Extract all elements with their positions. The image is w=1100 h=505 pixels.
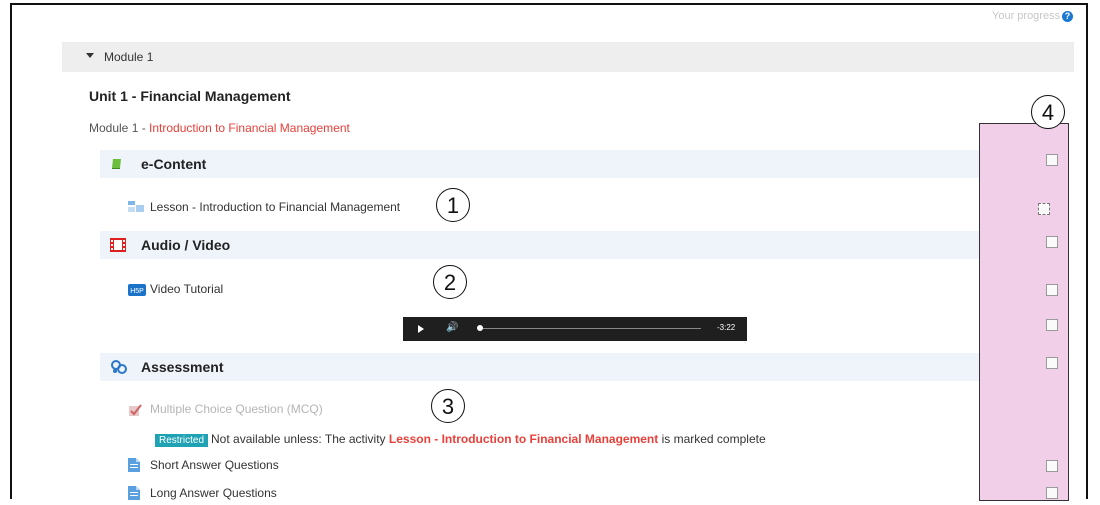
activity-video-link[interactable]: Video Tutorial	[150, 282, 223, 296]
completion-highlight	[979, 123, 1069, 501]
seek-bar[interactable]	[479, 328, 701, 329]
lesson-icon	[128, 200, 144, 219]
restriction-notice: Restricted Not available unless: The acti…	[155, 432, 766, 447]
book-icon	[110, 157, 124, 176]
completion-checkbox-audio-video[interactable]	[1046, 236, 1058, 248]
subtitle-highlight: Introduction to Financial Management	[149, 121, 350, 135]
completion-checkbox-video[interactable]	[1046, 284, 1058, 296]
section-econtent: e-Content	[100, 150, 998, 178]
activity-long-answer-link[interactable]: Long Answer Questions	[150, 486, 277, 500]
restriction-text-after: is marked complete	[658, 432, 766, 446]
assignment-icon	[128, 486, 140, 505]
module-subtitle: Module 1 - Introduction to Financial Man…	[89, 121, 350, 135]
your-progress-label: Your progress	[992, 10, 1061, 22]
restriction-activity-link[interactable]: Lesson - Introduction to Financial Manag…	[389, 432, 658, 446]
completion-checkbox-short-answer[interactable]	[1046, 460, 1058, 472]
assignment-icon	[128, 458, 140, 477]
annotation-marker-4: 4	[1031, 95, 1065, 129]
module-toggle[interactable]: Module 1	[62, 42, 1074, 72]
restriction-text-before: Not available unless: The activity	[211, 432, 389, 446]
section-audio-video: Audio / Video	[100, 231, 998, 259]
completion-checkbox-player[interactable]	[1046, 319, 1058, 331]
film-icon	[110, 238, 126, 257]
video-player: 🔊 -3:22	[403, 317, 747, 341]
annotation-marker-1: 1	[436, 188, 470, 222]
section-econtent-label: e-Content	[141, 156, 207, 172]
player-time: -3:22	[717, 323, 736, 332]
completion-checkbox-lesson[interactable]	[1038, 203, 1050, 215]
activity-lesson-link[interactable]: Lesson - Introduction to Financial Manag…	[150, 200, 400, 214]
annotation-marker-3: 3	[431, 389, 465, 423]
unit-title: Unit 1 - Financial Management	[89, 88, 291, 104]
annotation-marker-2: 2	[433, 265, 467, 299]
caret-down-icon	[86, 53, 94, 58]
subtitle-prefix: Module 1	[89, 121, 139, 135]
volume-icon[interactable]: 🔊	[446, 322, 458, 333]
play-icon[interactable]	[418, 325, 424, 333]
section-assessment-label: Assessment	[141, 359, 224, 375]
seek-handle[interactable]	[477, 325, 483, 331]
activity-short-answer-link[interactable]: Short Answer Questions	[150, 458, 279, 472]
svg-text:H5P: H5P	[130, 288, 144, 295]
section-assessment: Assessment	[100, 353, 998, 381]
quiz-icon	[128, 403, 142, 422]
completion-checkbox-econtent[interactable]	[1046, 154, 1058, 166]
h5p-icon: H5P	[128, 283, 146, 301]
help-icon[interactable]: ?	[1062, 11, 1073, 22]
module-toggle-label: Module 1	[104, 50, 154, 64]
section-audio-video-label: Audio / Video	[141, 237, 231, 253]
subtitle-separator: -	[138, 121, 150, 135]
activity-mcq: Multiple Choice Question (MCQ)	[150, 402, 323, 416]
assessment-icon	[110, 360, 128, 379]
completion-checkbox-long-answer[interactable]	[1046, 487, 1058, 499]
restricted-badge: Restricted	[155, 434, 209, 447]
completion-checkbox-assessment[interactable]	[1046, 357, 1058, 369]
